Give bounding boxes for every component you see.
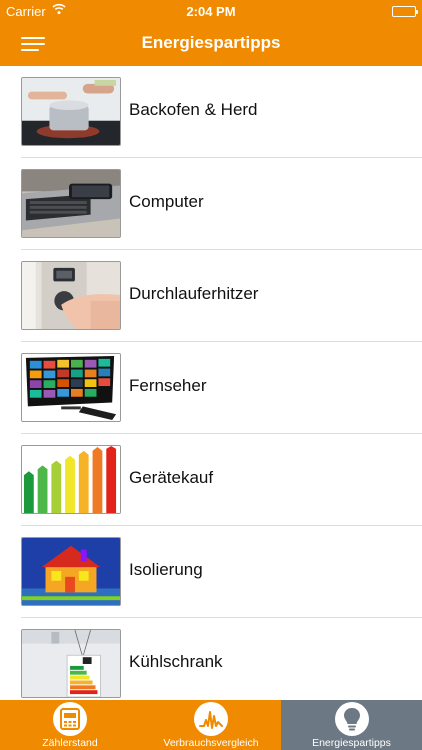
clock: 2:04 PM: [186, 4, 236, 19]
energy-label-bars-image: [21, 445, 121, 514]
tab-zaehlerstand[interactable]: Zählerstand: [0, 700, 140, 750]
tips-list: Backofen & Herd Computer Durchlauferhitz…: [0, 66, 422, 700]
tab-energiespartipps[interactable]: Energiespartipps: [281, 700, 422, 750]
tab-label: Energiespartipps: [312, 737, 391, 749]
list-item-label: Kühlschrank: [129, 652, 223, 671]
list-item-label: Computer: [129, 192, 204, 211]
tv-remote-photo: [21, 353, 121, 422]
list-item-isolierung[interactable]: Isolierung: [0, 526, 422, 618]
cooking-pot-stove-photo: [21, 77, 121, 146]
tab-bar: Zählerstand Verbrauchsvergleich Energies…: [0, 700, 422, 750]
list-item-label: Backofen & Herd: [129, 100, 258, 119]
water-heater-control-photo: [21, 261, 121, 330]
thermal-house-image: [21, 537, 121, 606]
status-bar: Carrier 2:04 PM: [0, 0, 422, 22]
list-item-fernseher[interactable]: Fernseher: [0, 342, 422, 434]
list-item-label: Gerätekauf: [129, 468, 214, 487]
navigation-bar: Energiespartipps: [0, 22, 422, 66]
top-bar: Carrier 2:04 PM Energiespartipps: [0, 0, 422, 66]
tab-verbrauchsvergleich[interactable]: Verbrauchsvergleich: [141, 700, 281, 750]
lightbulb-icon: [334, 702, 369, 736]
list-item-kuehlschrank[interactable]: Kühlschrank: [0, 618, 422, 700]
meter-icon: [53, 702, 87, 736]
list-item-label: Fernseher: [129, 376, 207, 395]
page-title: Energiespartipps: [141, 33, 281, 52]
tab-label: Verbrauchsvergleich: [163, 737, 259, 749]
list-item-computer[interactable]: Computer: [0, 158, 422, 250]
chart-wave-icon: [194, 702, 228, 736]
list-item-label: Durchlauferhitzer: [129, 284, 259, 303]
tab-label: Zählerstand: [42, 737, 98, 749]
laptop-smartphone-photo: [21, 169, 121, 238]
battery-icon: [392, 6, 418, 17]
list-item-backofen-herd[interactable]: Backofen & Herd: [0, 66, 422, 158]
fridge-energy-label-photo: [21, 629, 121, 698]
list-item-label: Isolierung: [129, 560, 203, 579]
list-item-geraetekauf[interactable]: Gerätekauf: [0, 434, 422, 526]
list-item-durchlauferhitzer[interactable]: Durchlauferhitzer: [0, 250, 422, 342]
